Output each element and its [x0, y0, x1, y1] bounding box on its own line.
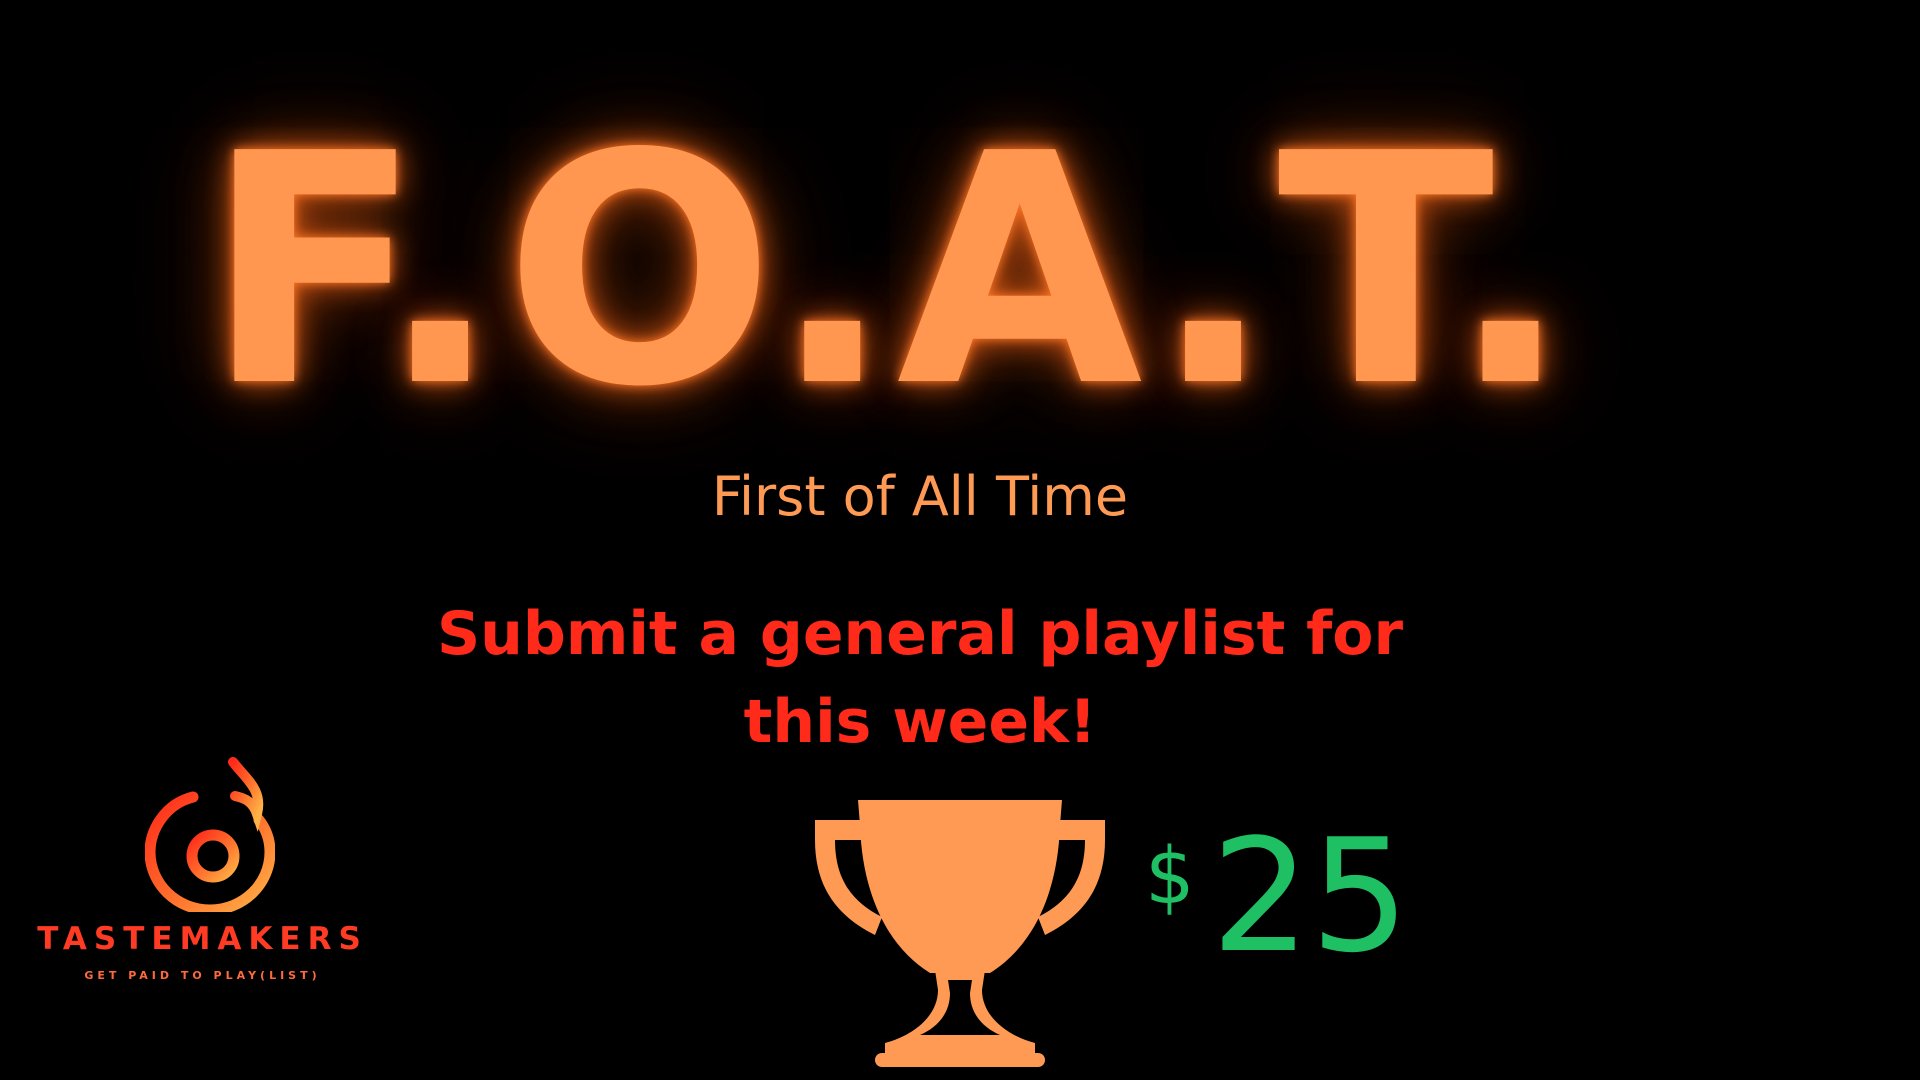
- call-to-action-text: Submit a general playlist for this week!: [436, 599, 1404, 757]
- music-note-flame-icon: [145, 756, 275, 912]
- brand-tagline: GET PAID TO PLAY(LIST): [84, 969, 321, 982]
- brand-logo: TASTEMAKERS GET PAID TO PLAY(LIST): [30, 752, 375, 992]
- page-title: F.O.A.T.: [205, 86, 1575, 456]
- trophy-icon: [815, 800, 1105, 1067]
- page-subtitle: First of All Time: [711, 465, 1129, 528]
- prize-value: 25: [1211, 805, 1410, 987]
- prize-currency: $: [1145, 832, 1195, 922]
- brand-name: TASTEMAKERS: [37, 921, 368, 957]
- promo-banner: F.O.A.T. First of All Time Submit a gene…: [0, 0, 1920, 1080]
